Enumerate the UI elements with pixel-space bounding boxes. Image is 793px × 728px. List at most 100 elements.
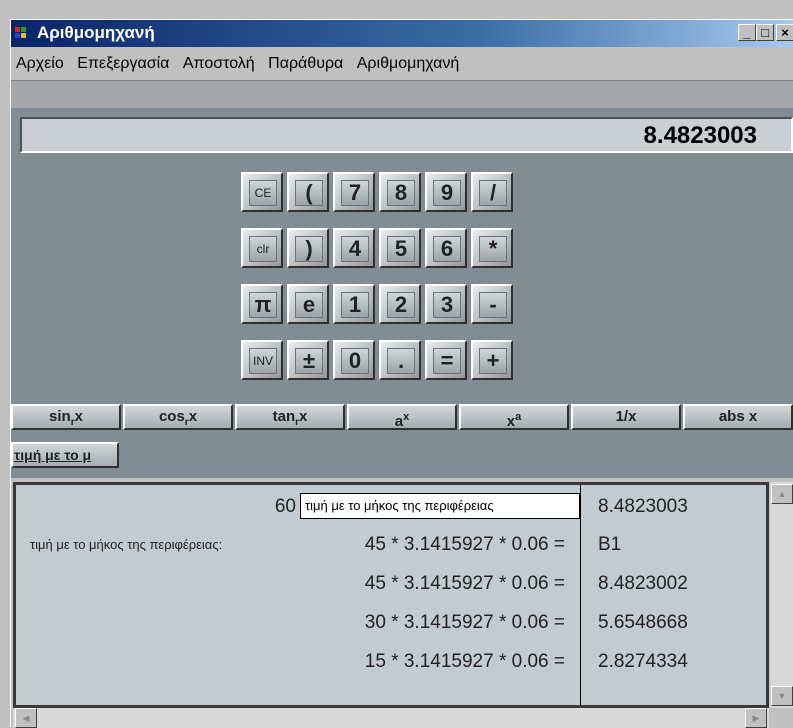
title-bar[interactable]: Αριθμομηχανή _ □ × bbox=[11, 20, 793, 47]
abs-label: abs x bbox=[718, 408, 758, 425]
scroll-up-icon[interactable]: ▲ bbox=[771, 484, 793, 504]
key-inv-label: INV bbox=[249, 348, 277, 374]
key-clr-label: clr bbox=[249, 236, 277, 262]
scroll-right-icon[interactable]: ▶ bbox=[745, 708, 767, 728]
key-open-paren-label: ( bbox=[295, 180, 323, 206]
result-row-1: B1 bbox=[598, 534, 622, 555]
result-row-2: 8.4823002 bbox=[598, 573, 688, 594]
key-5-label: 5 bbox=[387, 236, 415, 262]
expr-row-3: 30 * 3.1415927 * 0.06 = bbox=[364, 612, 565, 633]
menu-bar: Αρχείο Επεξεργασία Αποστολή Παράθυρα Αρι… bbox=[11, 49, 793, 79]
close-button[interactable]: × bbox=[776, 24, 793, 41]
key-3[interactable]: 3 bbox=[425, 284, 467, 324]
result-row-4: 2.8274334 bbox=[598, 651, 688, 672]
key-1[interactable]: 1 bbox=[333, 284, 375, 324]
key-plus-minus-label: ± bbox=[295, 348, 323, 374]
tan-label: tan bbox=[272, 408, 296, 425]
key-plus-label: + bbox=[479, 348, 507, 374]
vertical-scrollbar[interactable]: ▲ ▼ bbox=[770, 482, 793, 708]
key-6-label: 6 bbox=[433, 236, 461, 262]
menu-send[interactable]: Αποστολή bbox=[183, 49, 255, 79]
calculator-panel: 8.4823003 CE ( 7 8 9 / clr ) 4 5 6 * π e… bbox=[11, 108, 793, 478]
key-pi-label: π bbox=[249, 292, 277, 318]
user-function-label: τιμή με το μ bbox=[14, 447, 92, 463]
key-9[interactable]: 9 bbox=[425, 172, 467, 212]
minimize-button[interactable]: _ bbox=[738, 24, 756, 41]
sin-label: sin bbox=[49, 408, 71, 425]
key-e[interactable]: e bbox=[287, 284, 329, 324]
key-8[interactable]: 8 bbox=[379, 172, 421, 212]
worksheet-panel: 60 τιμή με το μήκος της περιφέρειας 8.48… bbox=[13, 482, 769, 708]
key-pi[interactable]: π bbox=[241, 284, 283, 324]
sin-button[interactable]: sinrx bbox=[11, 404, 121, 430]
key-close-paren[interactable]: ) bbox=[287, 228, 329, 268]
column-divider bbox=[580, 485, 581, 705]
input-number: 60 bbox=[274, 496, 296, 517]
key-6[interactable]: 6 bbox=[425, 228, 467, 268]
key-minus[interactable]: - bbox=[471, 284, 513, 324]
ax-sup: x bbox=[403, 411, 410, 423]
cos-var: x bbox=[188, 408, 198, 425]
menu-calculator[interactable]: Αριθμομηχανή bbox=[357, 49, 460, 79]
key-divide[interactable]: / bbox=[471, 172, 513, 212]
key-1-label: 1 bbox=[341, 292, 369, 318]
scrollbar-corner bbox=[770, 708, 793, 728]
scroll-left-icon[interactable]: ◀ bbox=[15, 708, 37, 728]
horizontal-scrollbar[interactable]: ◀ ▶ bbox=[13, 708, 769, 728]
calculator-window: Αριθμομηχανή _ □ × Αρχείο Επεξεργασία Απ… bbox=[10, 19, 793, 728]
expr-row-4: 15 * 3.1415927 * 0.06 = bbox=[364, 651, 565, 672]
key-equals[interactable]: = bbox=[425, 340, 467, 380]
abs-button[interactable]: abs x bbox=[683, 404, 793, 430]
key-e-label: e bbox=[295, 292, 323, 318]
reciprocal-button[interactable]: 1/x bbox=[571, 404, 681, 430]
calculator-display: 8.4823003 bbox=[20, 117, 793, 153]
key-inv[interactable]: INV bbox=[241, 340, 283, 380]
key-4-label: 4 bbox=[341, 236, 369, 262]
key-open-paren[interactable]: ( bbox=[287, 172, 329, 212]
key-9-label: 9 bbox=[433, 180, 461, 206]
key-multiply-label: * bbox=[479, 236, 507, 262]
xa-sup: a bbox=[515, 411, 522, 423]
cos-button[interactable]: cosrx bbox=[123, 404, 233, 430]
key-3-label: 3 bbox=[433, 292, 461, 318]
menu-edit[interactable]: Επεξεργασία bbox=[77, 49, 169, 79]
result-top: 8.4823003 bbox=[598, 496, 688, 517]
key-8-label: 8 bbox=[387, 180, 415, 206]
tan-var: x bbox=[299, 408, 308, 425]
power-x-a-button[interactable]: xa bbox=[459, 404, 569, 430]
key-clr[interactable]: clr bbox=[241, 228, 283, 268]
maximize-button[interactable]: □ bbox=[756, 24, 774, 41]
menu-windows[interactable]: Παράθυρα bbox=[268, 49, 343, 79]
key-decimal[interactable]: . bbox=[379, 340, 421, 380]
key-7-label: 7 bbox=[341, 180, 369, 206]
key-divide-label: / bbox=[479, 180, 507, 206]
scroll-down-icon[interactable]: ▼ bbox=[771, 686, 793, 706]
key-2[interactable]: 2 bbox=[379, 284, 421, 324]
ax-base: a bbox=[394, 413, 404, 430]
key-4[interactable]: 4 bbox=[333, 228, 375, 268]
window-title: Αριθμομηχανή bbox=[37, 23, 155, 42]
key-7[interactable]: 7 bbox=[333, 172, 375, 212]
key-plus[interactable]: + bbox=[471, 340, 513, 380]
key-close-paren-label: ) bbox=[295, 236, 323, 262]
xa-base: x bbox=[506, 413, 516, 430]
cos-label: cos bbox=[158, 408, 185, 425]
key-ce[interactable]: CE bbox=[241, 172, 283, 212]
toolbar-strip bbox=[11, 80, 793, 109]
key-multiply[interactable]: * bbox=[471, 228, 513, 268]
key-decimal-label: . bbox=[387, 348, 415, 374]
formula-input[interactable]: τιμή με το μήκος της περιφέρειας bbox=[300, 493, 580, 519]
key-equals-label: = bbox=[433, 348, 461, 374]
key-0[interactable]: 0 bbox=[333, 340, 375, 380]
expr-row-1: 45 * 3.1415927 * 0.06 = bbox=[364, 534, 565, 555]
key-ce-label: CE bbox=[249, 180, 277, 206]
key-5[interactable]: 5 bbox=[379, 228, 421, 268]
user-function-button[interactable]: τιμή με το μ bbox=[11, 442, 119, 468]
tan-button[interactable]: tanrx bbox=[235, 404, 345, 430]
menu-file[interactable]: Αρχείο bbox=[16, 49, 64, 79]
reciprocal-label: 1/x bbox=[615, 408, 637, 425]
power-a-x-button[interactable]: ax bbox=[347, 404, 457, 430]
formula-label: τιμή με το μήκος της περιφέρειας: bbox=[30, 537, 223, 552]
key-plus-minus[interactable]: ± bbox=[287, 340, 329, 380]
key-0-label: 0 bbox=[341, 348, 369, 374]
